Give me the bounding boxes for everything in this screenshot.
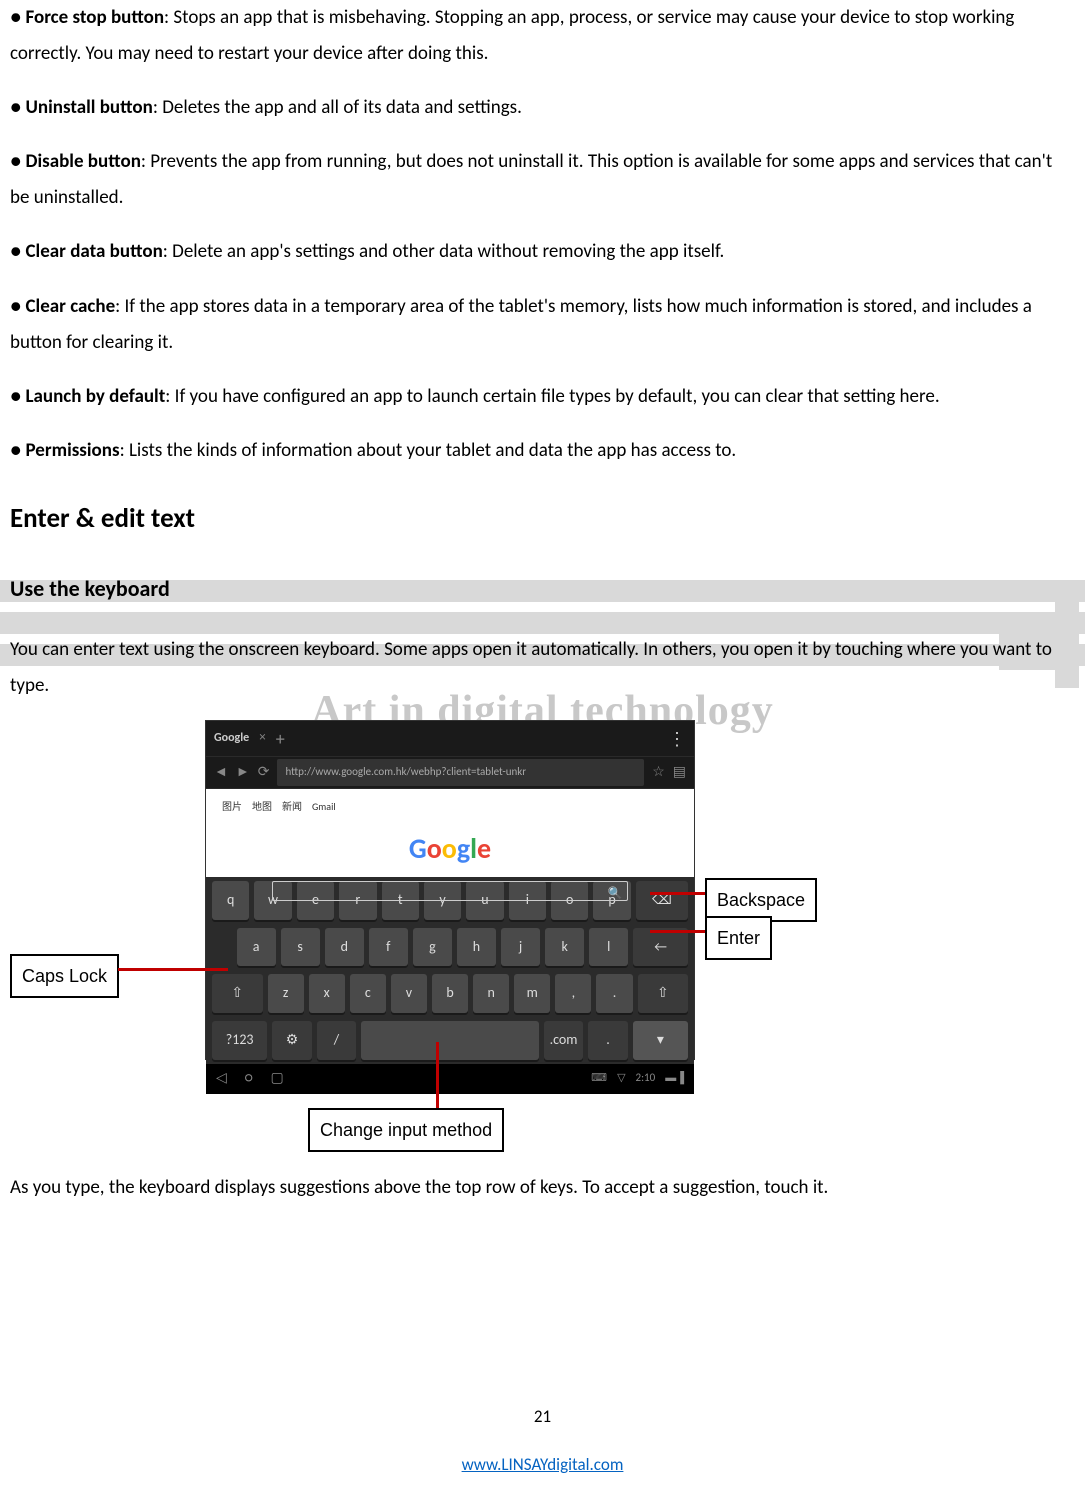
key-m[interactable]: m: [514, 974, 550, 1013]
refresh-icon[interactable]: ⟳: [258, 759, 270, 786]
gbar-link[interactable]: Gmail: [312, 797, 336, 816]
key-dot[interactable]: .: [596, 974, 632, 1013]
key-d[interactable]: d: [325, 928, 364, 967]
page-number: 21: [0, 1401, 1085, 1433]
key-v[interactable]: v: [391, 974, 427, 1013]
gbar-link[interactable]: 地图: [252, 797, 272, 816]
key-slash[interactable]: /: [317, 1021, 356, 1060]
key-a[interactable]: a: [237, 928, 276, 967]
forward-icon[interactable]: ►: [236, 759, 250, 786]
input-method-icon[interactable]: ⌨: [591, 1068, 607, 1089]
key-space[interactable]: [361, 1021, 539, 1060]
key-backspace[interactable]: ⌫: [636, 881, 688, 920]
key-shift-right[interactable]: ⇧: [638, 974, 689, 1013]
clock-label: 2:10: [636, 1068, 656, 1089]
new-tab-icon[interactable]: +: [276, 722, 285, 756]
page-content: 图片 地图 新闻 Gmail Google: [206, 789, 694, 877]
key-com[interactable]: .com: [544, 1021, 583, 1060]
url-input[interactable]: http://www.google.com.hk/webhp?client=ta…: [277, 759, 644, 786]
key-n[interactable]: n: [473, 974, 509, 1013]
back-nav-icon[interactable]: ◁: [216, 1065, 227, 1092]
bullet-list: ●Force stop button: Stops an app that is…: [10, 0, 1075, 469]
key-k[interactable]: k: [545, 928, 584, 967]
key-settings[interactable]: ⚙: [272, 1021, 311, 1060]
key-symbols[interactable]: ?123: [212, 1021, 267, 1060]
callout-line: [118, 968, 228, 971]
gbar-link[interactable]: 图片: [222, 797, 242, 816]
close-tab-icon[interactable]: ×: [259, 726, 265, 751]
bullet-item: ●Force stop button: Stops an app that is…: [10, 0, 1075, 72]
bullet-item: ●Disable button: Prevents the app from r…: [10, 144, 1075, 216]
key-j[interactable]: j: [501, 928, 540, 967]
callout-line: [650, 892, 705, 895]
sub-title: Use the keyboard: [10, 568, 1075, 610]
key-x[interactable]: x: [309, 974, 345, 1013]
google-logo: Google: [222, 822, 678, 875]
back-icon[interactable]: ◄: [214, 759, 228, 786]
bullet-item: ●Uninstall button: Deletes the app and a…: [10, 90, 1075, 126]
key-f[interactable]: f: [369, 928, 408, 967]
key-b[interactable]: b: [432, 974, 468, 1013]
key-dot2[interactable]: .: [588, 1021, 627, 1060]
recent-nav-icon[interactable]: ▢: [270, 1065, 283, 1092]
google-bar: 图片 地图 新闻 Gmail: [222, 797, 678, 816]
intro-paragraph: You can enter text using the onscreen ke…: [10, 632, 1075, 704]
key-shift[interactable]: ⇧: [212, 974, 263, 1013]
key-c[interactable]: c: [350, 974, 386, 1013]
page-footer: 21 www.LINSAYdigital.com: [0, 1401, 1085, 1483]
key-l[interactable]: l: [589, 928, 628, 967]
bullet-item: ●Permissions: Lists the kinds of informa…: [10, 433, 1075, 469]
home-nav-icon[interactable]: ○: [245, 1065, 253, 1092]
bullet-item: ●Clear data button: Delete an app's sett…: [10, 234, 1075, 270]
bullet-item: ●Clear cache: If the app stores data in …: [10, 289, 1075, 361]
tab-label[interactable]: Google: [214, 727, 249, 750]
callout-change-input: Change input method: [308, 1108, 504, 1152]
tablet-screenshot: Google × + ⋮ ◄ ► ⟳ http://www.google.com…: [205, 720, 695, 1060]
key-comma[interactable]: ,: [555, 974, 591, 1013]
key-h[interactable]: h: [457, 928, 496, 967]
key-z[interactable]: z: [268, 974, 304, 1013]
section-title: Enter & edit text: [10, 493, 1075, 544]
wifi-icon: ▬▐: [665, 1068, 684, 1089]
callout-line: [650, 930, 705, 933]
system-nav-bar: ◁ ○ ▢ ⌨ ▽ 2:10 ▬▐: [206, 1064, 694, 1094]
menu-icon[interactable]: ⋮: [668, 722, 686, 756]
key-enter[interactable]: ←: [633, 928, 688, 967]
keyboard-figure: Google × + ⋮ ◄ ► ⟳ http://www.google.com…: [10, 720, 1075, 1160]
footer-link[interactable]: www.LINSAYdigital.com: [462, 1454, 624, 1475]
search-input[interactable]: [272, 881, 628, 901]
key-q[interactable]: q: [212, 881, 249, 920]
bookmark-icon[interactable]: ☆: [652, 759, 665, 786]
outro-paragraph: As you type, the keyboard displays sugge…: [10, 1170, 1075, 1206]
key-g[interactable]: g: [413, 928, 452, 967]
callout-line: [436, 1042, 439, 1108]
key-s[interactable]: s: [281, 928, 320, 967]
url-bar: ◄ ► ⟳ http://www.google.com.hk/webhp?cli…: [206, 757, 694, 789]
callout-enter: Enter: [705, 916, 772, 960]
browser-tab-bar: Google × + ⋮: [206, 721, 694, 757]
gbar-link[interactable]: 新闻: [282, 797, 302, 816]
bullet-item: ●Launch by default: If you have configur…: [10, 379, 1075, 415]
bookmarks-icon[interactable]: ▤: [673, 759, 686, 786]
callout-capslock: Caps Lock: [10, 954, 119, 998]
key-hide[interactable]: ▾: [633, 1021, 688, 1060]
